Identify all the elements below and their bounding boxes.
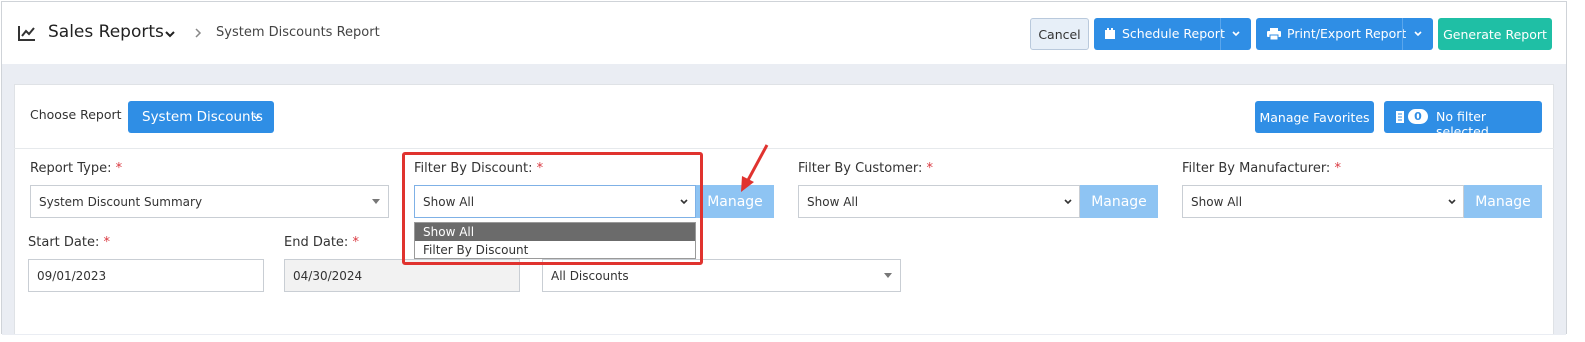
customer-filter-label: Filter By Customer: * [798,161,933,176]
customer-filter-select[interactable]: Show All [798,185,1080,218]
start-date-input[interactable]: 09/01/2023 [28,259,264,292]
choose-report-label: Choose Report [30,107,122,122]
manufacturer-filter-label-text: Filter By Manufacturer: [1182,161,1331,176]
filter-status-button[interactable]: 0 No filter selected [1384,101,1542,139]
card-divider [14,148,1554,149]
customer-filter-value: Show All [807,194,859,209]
cancel-button[interactable]: Cancel [1030,18,1089,50]
schedule-report-dropdown[interactable] [1220,18,1251,50]
report-type-value: System Discount Summary [39,194,203,209]
chevron-down-icon [1232,31,1240,37]
required-mark: * [926,161,934,176]
customer-filter-label-text: Filter By Customer: [798,161,923,176]
chevron-down-icon [1448,199,1456,205]
report-type-label: Report Type: * [30,161,122,176]
generate-report-button[interactable]: Generate Report [1438,18,1552,50]
report-type-label-text: Report Type: [30,161,112,176]
start-date-label-text: Start Date: [28,235,100,250]
schedule-report-label: Schedule Report [1122,26,1225,41]
choose-report-value: System Discounts [142,109,263,125]
arrow-annotation-icon [741,144,769,192]
manufacturer-filter-value: Show All [1191,194,1243,209]
caret-down-icon [884,273,892,278]
end-date-label-text: End Date: [284,235,349,250]
filter-list-icon [1396,111,1404,123]
filter-count-badge: 0 [1408,109,1428,124]
chevron-down-icon [1414,31,1422,37]
chevron-right-icon [195,28,202,38]
filter-status-label: No filter selected [1436,109,1489,139]
chevron-down-icon[interactable] [163,27,177,41]
calendar-icon [1105,28,1115,39]
chart-line-icon [18,26,35,41]
required-mark: * [352,235,359,250]
chevron-down-icon [253,115,260,120]
customer-manage-button[interactable]: Manage [1080,185,1158,218]
breadcrumb: System Discounts Report [216,25,380,40]
print-export-dropdown[interactable] [1402,18,1433,50]
printer-icon [1267,28,1281,40]
report-type-select[interactable]: System Discount Summary [30,185,389,218]
highlight-annotation [402,152,703,265]
print-export-button[interactable]: Print/Export Report [1256,18,1433,50]
required-mark: * [103,235,110,250]
chevron-down-icon [1064,199,1072,205]
required-mark: * [115,161,123,176]
discounts-select-value: All Discounts [551,268,629,283]
start-date-label: Start Date: * [28,235,110,250]
schedule-report-button[interactable]: Schedule Report [1094,18,1251,50]
manufacturer-filter-select[interactable]: Show All [1182,185,1464,218]
manage-favorites-button[interactable]: Manage Favorites [1255,101,1374,133]
end-date-label: End Date: * [284,235,359,250]
caret-down-icon [372,199,380,204]
manufacturer-filter-label: Filter By Manufacturer: * [1182,161,1341,176]
choose-report-dropdown[interactable]: System Discounts [128,101,274,133]
page-title: Sales Reports [48,22,164,42]
required-mark: * [1334,161,1341,176]
print-export-label: Print/Export Report [1287,26,1407,41]
manufacturer-manage-button[interactable]: Manage [1464,185,1542,218]
